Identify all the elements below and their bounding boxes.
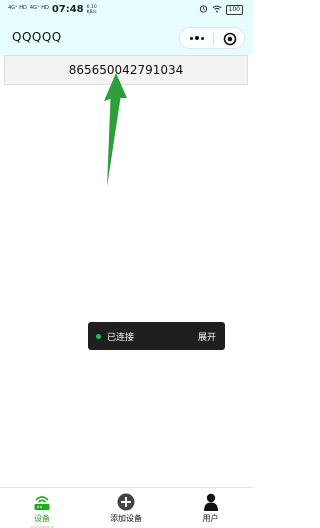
plus-circle-icon <box>116 492 136 512</box>
router-icon <box>32 492 52 512</box>
tab-label-devices: 设备 <box>34 514 50 523</box>
circle-target-icon[interactable] <box>223 31 237 46</box>
wifi-icon <box>212 5 222 15</box>
status-bar: 4G⁺ HD 4G⁺ HD 07:48 6.10 KB/s 100 <box>0 0 253 22</box>
more-dots-icon[interactable] <box>188 31 206 45</box>
expand-button[interactable]: 展开 <box>198 330 216 343</box>
capsule-divider <box>213 33 214 45</box>
network-speed: 6.10 KB/s <box>86 4 97 15</box>
tab-add-device[interactable]: 添加设备 <box>84 488 168 528</box>
alarm-icon <box>199 4 208 15</box>
tab-user[interactable]: 用户 <box>168 488 253 528</box>
title-bar: QQQQQ <box>0 22 253 55</box>
status-dot <box>96 334 101 339</box>
connection-status: 已连接 <box>107 333 135 343</box>
signal-indicator-2: 4G⁺ HD <box>29 5 49 11</box>
device-id-header: 865650042791034 <box>4 55 248 85</box>
connection-toast: 已连接 展开 <box>88 322 225 350</box>
page-title: QQQQQ <box>12 30 62 44</box>
bottom-tab-bar: 设备 添加设备 用户 <box>0 487 253 528</box>
tab-label-add-device: 添加设备 <box>110 514 142 523</box>
tab-label-user: 用户 <box>202 514 219 523</box>
user-icon <box>201 492 221 512</box>
tab-devices[interactable]: 设备 <box>0 488 84 528</box>
mini-program-capsule <box>179 27 245 49</box>
battery-indicator: 100 <box>225 4 243 15</box>
signal-indicator-1: 4G⁺ HD <box>8 5 27 11</box>
status-left: 4G⁺ HD 4G⁺ HD 07:48 6.10 KB/s <box>8 4 101 15</box>
status-time: 07:48 <box>51 4 84 15</box>
status-right: 100 <box>199 4 243 15</box>
